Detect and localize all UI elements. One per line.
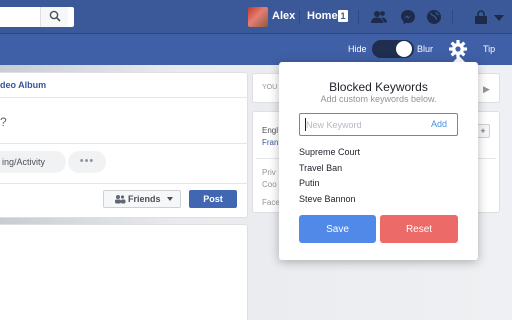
toggle-knob[interactable] bbox=[396, 41, 412, 57]
keyword-item[interactable]: Putin bbox=[299, 177, 458, 193]
composer-divider bbox=[0, 143, 248, 144]
feed-story-card bbox=[0, 224, 248, 320]
composer-divider bbox=[0, 183, 248, 184]
friends-icon bbox=[115, 195, 126, 204]
privacy-link[interactable]: Priv bbox=[262, 168, 276, 177]
hide-mode-label: Hide bbox=[348, 44, 367, 54]
more-dots-icon: ••• bbox=[79, 155, 95, 167]
feeling-activity-button[interactable]: ing/Activity bbox=[0, 151, 66, 173]
keyword-item[interactable]: Steve Bannon bbox=[299, 193, 458, 209]
dropdown-icon[interactable] bbox=[490, 8, 508, 26]
hide-blur-toggle[interactable] bbox=[372, 40, 414, 58]
text-cursor bbox=[305, 118, 306, 131]
add-language-button[interactable]: + bbox=[476, 124, 490, 138]
new-keyword-field[interactable]: Add bbox=[299, 113, 458, 136]
lock-icon[interactable] bbox=[472, 8, 490, 26]
save-button[interactable]: Save bbox=[299, 215, 376, 243]
language-link[interactable]: Fran bbox=[262, 138, 278, 147]
nav-divider bbox=[299, 10, 300, 24]
composer-divider bbox=[0, 97, 248, 98]
search-button[interactable] bbox=[40, 7, 68, 27]
home-link[interactable]: Home bbox=[307, 10, 338, 22]
globe-icon[interactable] bbox=[425, 8, 443, 26]
audience-label: Friends bbox=[128, 194, 161, 204]
facebook-top-bar: Alex Home 1 bbox=[0, 0, 512, 34]
blocked-keywords-popup: Blocked Keywords Add custom keywords bel… bbox=[279, 62, 478, 260]
chevron-down-icon bbox=[167, 197, 173, 201]
photo-video-album-link[interactable]: deo Album bbox=[0, 80, 46, 90]
avatar[interactable] bbox=[248, 7, 268, 27]
keyword-item[interactable]: Travel Ban bbox=[299, 162, 458, 178]
nav-divider bbox=[358, 10, 359, 24]
audience-selector-button[interactable]: Friends bbox=[103, 190, 181, 208]
blur-mode-label: Blur bbox=[417, 44, 434, 54]
chevron-right-icon[interactable]: ▶ bbox=[483, 84, 490, 95]
profile-name-link[interactable]: Alex bbox=[272, 10, 295, 22]
friend-requests-icon[interactable] bbox=[370, 8, 388, 26]
composer-prompt[interactable]: ? bbox=[0, 115, 7, 129]
facebook-copyright: Face bbox=[262, 198, 280, 207]
add-keyword-button[interactable]: Add bbox=[431, 119, 447, 129]
popup-title: Blocked Keywords bbox=[329, 80, 428, 94]
messenger-icon[interactable] bbox=[399, 8, 417, 26]
home-count-badge: 1 bbox=[338, 10, 348, 22]
cookies-link[interactable]: Coo bbox=[262, 180, 277, 189]
feeling-activity-label: ing/Activity bbox=[2, 157, 46, 167]
more-options-button[interactable]: ••• bbox=[68, 151, 106, 173]
new-keyword-input[interactable] bbox=[306, 118, 426, 132]
reset-button[interactable]: Reset bbox=[380, 215, 458, 243]
right-card-header: YOU bbox=[262, 84, 278, 91]
language-current: Engl bbox=[262, 126, 279, 135]
tip-link[interactable]: Tip bbox=[483, 44, 495, 54]
extension-bar bbox=[0, 34, 512, 65]
search-input[interactable] bbox=[0, 7, 74, 27]
nav-divider bbox=[452, 10, 453, 24]
post-button[interactable]: Post bbox=[189, 190, 237, 208]
keyword-item[interactable]: Supreme Court bbox=[299, 146, 458, 162]
keyword-list: Supreme Court Travel Ban Putin Steve Ban… bbox=[299, 146, 458, 208]
popup-subtitle: Add custom keywords below. bbox=[320, 94, 437, 104]
plus-icon: + bbox=[480, 126, 486, 136]
search-icon bbox=[49, 10, 61, 22]
